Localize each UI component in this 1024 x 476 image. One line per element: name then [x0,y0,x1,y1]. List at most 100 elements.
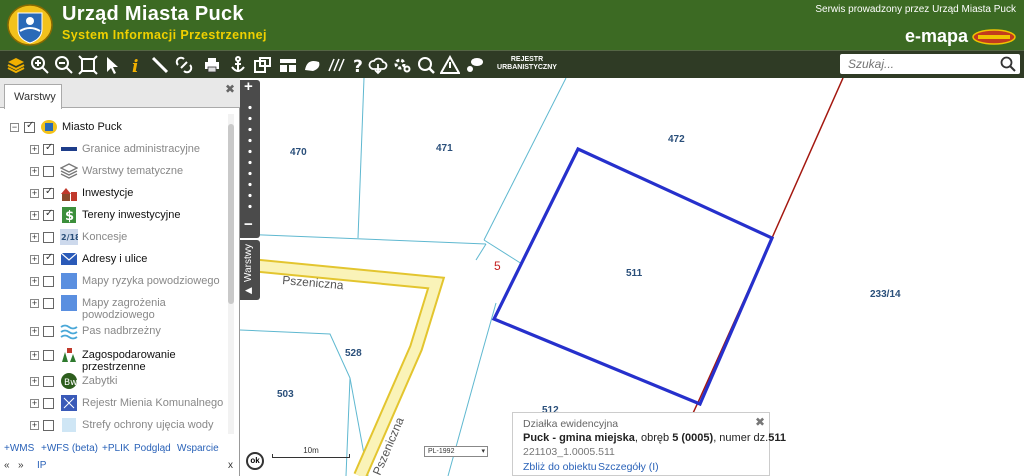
layer-item[interactable]: + Pas nadbrzeżny [8,324,228,344]
ok-button[interactable]: ok [246,452,264,470]
tree-root-label: Miasto Puck [62,121,122,133]
expand-icon[interactable]: + [30,145,39,154]
layer-checkbox[interactable] [43,420,54,431]
layer-tree: − Miasto Puck + Granice administracyjne + W… [0,114,232,434]
zoom-slider[interactable]: + − [240,78,260,238]
layer-checkbox[interactable] [43,350,54,361]
nav-right-icon[interactable]: » [18,460,24,471]
expand-icon[interactable]: + [30,277,39,286]
expand-icon[interactable]: + [30,377,39,386]
zoom-extent-icon[interactable] [78,55,98,75]
layer-item[interactable]: + Strefy ochrony ujęcia wody [8,418,228,434]
export-icon[interactable] [252,55,272,75]
hatch-icon[interactable] [326,55,346,75]
layer-label-line2: przestrzenne [82,361,146,373]
layout-icon[interactable] [278,55,298,75]
expand-icon[interactable]: + [30,255,39,264]
add-file-link[interactable]: +PLIK [102,443,130,454]
layer-checkbox[interactable] [43,252,54,265]
cloud-download-icon[interactable] [368,55,388,75]
layer-item[interactable]: + Mapy ryzyka powodziowego [8,273,228,294]
expand-icon[interactable]: + [30,211,39,220]
expand-icon[interactable]: + [30,399,39,408]
expand-icon[interactable]: + [30,189,39,198]
comment-icon[interactable] [464,55,484,75]
add-wfs-link[interactable]: +WFS (beta) [41,443,98,454]
layer-checkbox[interactable] [43,298,54,309]
search-map-icon[interactable] [416,55,436,75]
layer-label: Koncesje [82,231,128,243]
measure-icon[interactable] [150,55,170,75]
layer-item[interactable]: + Adresy i ulice [8,252,228,272]
svg-text:i: i [132,57,138,75]
ip-link[interactable]: IP [37,460,46,471]
expand-icon[interactable]: + [30,327,39,336]
close-footer-icon[interactable]: x [228,460,233,471]
layer-checkbox[interactable] [43,232,54,243]
layer-item[interactable]: + Granice administracyjne [8,142,228,162]
expand-icon[interactable]: + [30,299,39,308]
details-link[interactable]: Szczegóły (I) [598,461,659,473]
zoom-in-icon[interactable] [30,55,50,75]
zoom-out-icon[interactable] [54,55,74,75]
rejestr-urbanistyczny-button[interactable]: REJESTR URBANISTYCZNY [492,56,562,72]
preview-link[interactable]: Podgląd [134,443,171,454]
layer-item[interactable]: + Inwestycje [8,186,228,206]
draw-icon[interactable] [302,55,322,75]
layer-item[interactable]: + $ Tereny inwestycyjne [8,207,228,228]
layer-checkbox[interactable] [43,208,54,221]
layer-checkbox[interactable] [43,186,54,199]
settings-icon[interactable] [392,55,412,75]
layer-checkbox[interactable] [43,166,54,177]
support-link[interactable]: Wsparcie [177,443,219,454]
layer-checkbox[interactable] [24,120,35,133]
projection-select[interactable]: PL-1992 ▾ [424,446,488,457]
layers-icon[interactable] [6,55,26,75]
search-input[interactable] [840,54,990,74]
close-popup-icon[interactable]: ✖ [755,415,765,429]
pointer-icon[interactable] [102,55,122,75]
layer-checkbox[interactable] [43,142,54,155]
print-icon[interactable] [202,55,222,75]
monument-icon: Bw [61,373,78,389]
link-icon[interactable] [174,55,194,75]
help-icon[interactable]: ? [348,55,368,77]
nav-left-icon[interactable]: « [4,460,10,471]
collapse-icon[interactable]: − [10,123,19,132]
zoom-to-object-link[interactable]: Zbliż do obiektu [523,461,597,473]
panel-scroll-thumb[interactable] [228,124,234,304]
layer-item[interactable]: + Bw Zabytki [8,373,228,394]
layer-item[interactable]: + Warstwy tematyczne [8,163,228,184]
layer-item[interactable]: +2/18 Koncesje [8,229,228,250]
layer-item[interactable]: + Zagospodarowanie przestrzenne [8,348,228,373]
popup-description: Puck - gmina miejska, obręb 5 (0005), nu… [523,432,786,444]
layer-checkbox[interactable] [43,398,54,409]
rejestr-line2: URBANISTYCZNY [497,64,557,71]
info-icon[interactable]: i [126,55,146,77]
zoom-out-button[interactable]: − [244,216,253,233]
brand-name: e-mapa [904,26,968,46]
chevron-down-icon: ▾ [481,448,485,455]
anchor-icon[interactable] [228,55,248,75]
expand-icon[interactable]: + [30,351,39,360]
zoom-levels[interactable] [248,102,252,210]
zoom-in-button[interactable]: + [244,78,253,95]
layer-checkbox[interactable] [43,276,54,287]
expand-icon[interactable]: + [30,167,39,176]
parcel-label: 471 [436,143,453,154]
add-wms-link[interactable]: +WMS [4,443,34,454]
city-emblem-icon [41,120,57,134]
tab-warstwy[interactable]: Warstwy [4,84,62,109]
expand-icon[interactable]: + [30,421,39,430]
close-panel-icon[interactable]: ✖ [225,82,235,96]
layer-checkbox[interactable] [43,326,54,337]
layers-side-tab[interactable]: Warstwy ◀ [240,240,260,300]
expand-icon[interactable]: + [30,233,39,242]
warning-icon[interactable] [439,54,461,75]
parcel-label: 472 [668,134,685,145]
layer-item[interactable]: + Rejestr Mienia Komunalnego [8,395,228,416]
layer-label: Strefy ochrony ujęcia wody [82,419,214,431]
layer-checkbox[interactable] [43,376,54,387]
layer-item[interactable]: + Mapy zagrożenia powodziowego [8,295,228,321]
search-icon[interactable] [1000,56,1016,72]
